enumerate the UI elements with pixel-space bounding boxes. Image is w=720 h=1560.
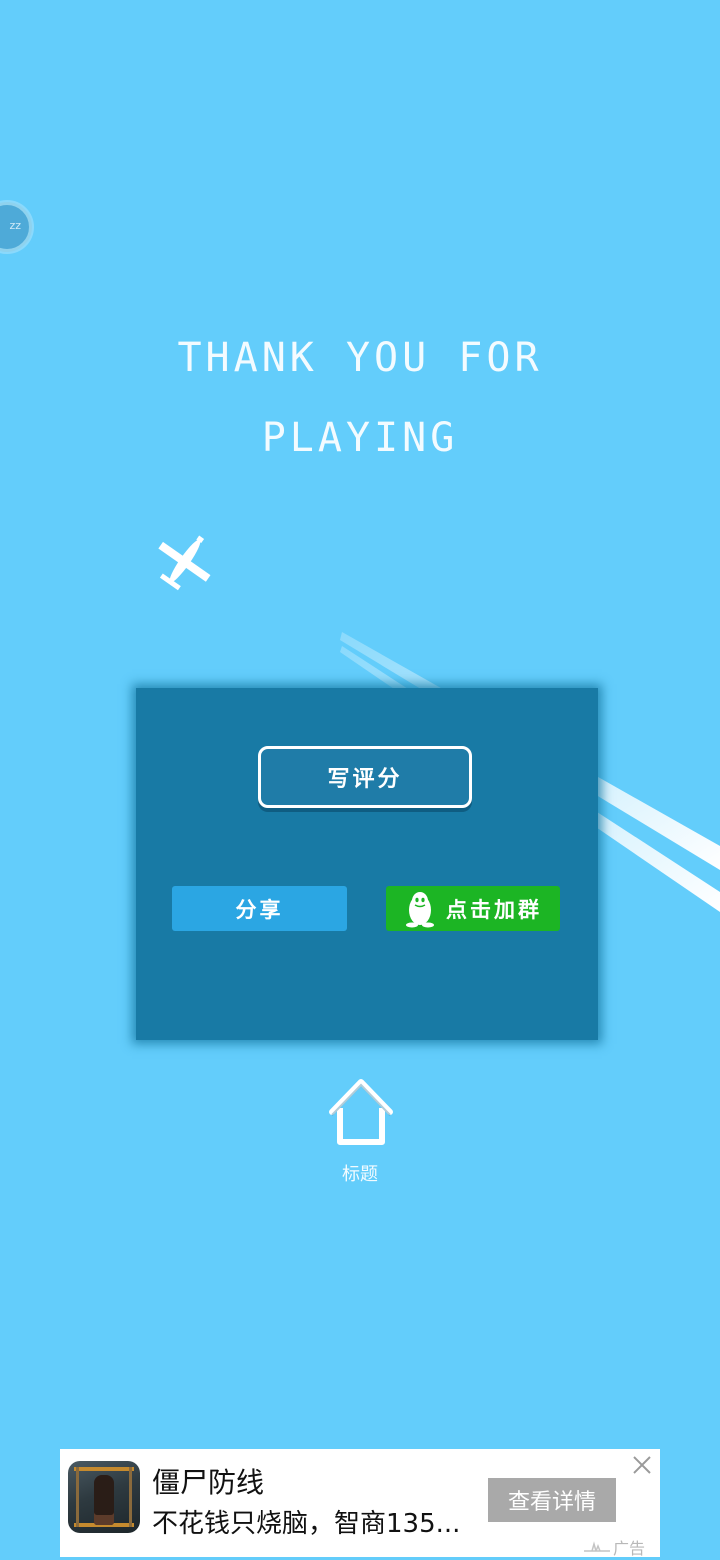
join-group-label: 点击加群 bbox=[446, 897, 542, 922]
ad-app-thumbnail bbox=[68, 1461, 140, 1533]
headline-line-2: PLAYING bbox=[261, 415, 459, 461]
ad-title: 僵尸防线 bbox=[152, 1466, 265, 1499]
ad-description: 不花钱只烧脑，智商135... bbox=[152, 1509, 461, 1539]
ad-view-details-button[interactable]: 查看详情 bbox=[488, 1478, 616, 1522]
house-icon[interactable] bbox=[326, 1074, 396, 1148]
ad-banner[interactable]: 僵尸防线 不花钱只烧脑，智商135... 查看详情 广告 bbox=[60, 1449, 660, 1559]
close-icon[interactable] bbox=[630, 1453, 654, 1477]
airplane-icon bbox=[158, 535, 211, 591]
floating-assistant-bubble[interactable]: zz bbox=[0, 202, 32, 252]
ad-tag: 广告 bbox=[584, 1535, 645, 1559]
rate-button[interactable]: 写评分 bbox=[258, 746, 472, 808]
headline-line-1: THANK YOU FOR bbox=[177, 335, 543, 381]
join-group-button[interactable]: 点击加群 bbox=[386, 886, 560, 931]
thank-you-headline: THANK YOU FOR PLAYING bbox=[0, 318, 720, 478]
home-label: 标题 bbox=[342, 1164, 378, 1185]
action-panel bbox=[136, 688, 598, 1040]
share-button[interactable]: 分享 bbox=[172, 886, 347, 931]
ad-tag-label: 广告 bbox=[613, 1539, 646, 1558]
bubble-label: zz bbox=[9, 219, 21, 232]
penguin-icon bbox=[406, 891, 434, 927]
ad-network-logo-icon bbox=[584, 1541, 610, 1552]
